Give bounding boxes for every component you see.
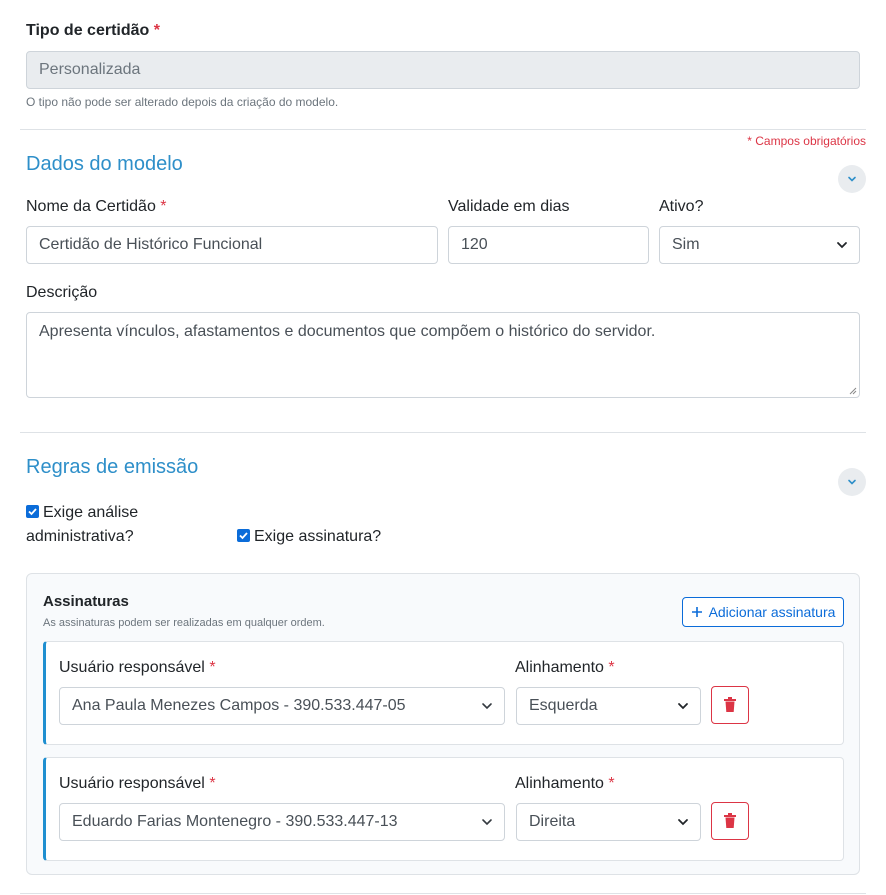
- assinaturas-subtitle: As assinaturas podem ser realizadas em q…: [43, 617, 325, 629]
- trash-icon: [724, 697, 736, 712]
- assinaturas-title: Assinaturas: [43, 593, 129, 610]
- alinhamento-select[interactable]: Esquerda: [516, 687, 701, 725]
- alinhamento-value: Esquerda: [529, 697, 598, 714]
- alinhamento-label: Alinhamento *: [515, 659, 615, 676]
- required-fields-note: * Campos obrigatórios: [747, 134, 866, 148]
- nome-label: Nome da Certidão *: [26, 198, 167, 215]
- collapse-dados-modelo-button[interactable]: [838, 165, 866, 193]
- exige-assinatura-checkbox-group: Exige assinatura?: [237, 525, 381, 549]
- resize-handle-icon[interactable]: [847, 385, 857, 395]
- chevron-down-icon: [848, 176, 856, 182]
- nome-certidao-input[interactable]: Certidão de Histórico Funcional: [26, 226, 438, 264]
- ativo-value: Sim: [672, 236, 700, 253]
- assinatura-row: Usuário responsável * Ana Paula Menezes …: [43, 641, 844, 745]
- descricao-value: Apresenta vínculos, afastamentos e docum…: [39, 323, 656, 340]
- descricao-textarea[interactable]: Apresenta vínculos, afastamentos e docum…: [26, 312, 860, 398]
- validade-input[interactable]: 120: [448, 226, 649, 264]
- usuario-label: Usuário responsável *: [59, 775, 216, 792]
- usuario-value: Eduardo Farias Montenegro - 390.533.447-…: [72, 813, 398, 830]
- exige-assinatura-checkbox[interactable]: [237, 529, 250, 542]
- validade-value: 120: [461, 236, 488, 253]
- usuario-value: Ana Paula Menezes Campos - 390.533.447-0…: [72, 697, 406, 714]
- trash-icon: [724, 813, 736, 828]
- delete-assinatura-button[interactable]: [711, 686, 749, 724]
- alinhamento-value: Direita: [529, 813, 576, 830]
- tipo-label: Tipo de certidão *: [26, 22, 160, 39]
- section-title-dados-modelo: Dados do modelo: [26, 153, 183, 175]
- chevron-down-icon: [678, 703, 688, 710]
- collapse-regras-emissao-button[interactable]: [838, 468, 866, 496]
- exige-analise-checkbox-group: Exige análise administrativa?: [26, 501, 138, 549]
- divider: [20, 432, 866, 433]
- divider: [20, 893, 866, 894]
- assinatura-row: Usuário responsável * Eduardo Farias Mon…: [43, 757, 844, 861]
- exige-analise-label: Exige análise: [43, 504, 139, 521]
- descricao-label: Descrição: [26, 284, 98, 301]
- exige-analise-label-line2: administrativa?: [26, 528, 134, 545]
- usuario-select[interactable]: Ana Paula Menezes Campos - 390.533.447-0…: [59, 687, 505, 725]
- tipo-field: Personalizada: [26, 51, 860, 89]
- usuario-select[interactable]: Eduardo Farias Montenegro - 390.533.447-…: [59, 803, 505, 841]
- add-assinatura-label: Adicionar assinatura: [708, 604, 836, 620]
- nome-certidao-value: Certidão de Histórico Funcional: [39, 236, 263, 253]
- ativo-label: Ativo?: [659, 198, 704, 215]
- add-assinatura-button[interactable]: Adicionar assinatura: [682, 597, 844, 627]
- alinhamento-select[interactable]: Direita: [516, 803, 701, 841]
- check-icon: [28, 508, 37, 516]
- validade-label: Validade em dias: [448, 198, 570, 215]
- chevron-down-icon: [482, 703, 492, 710]
- check-icon: [239, 532, 248, 540]
- exige-assinatura-label: Exige assinatura?: [254, 528, 382, 545]
- ativo-select[interactable]: Sim: [659, 226, 860, 264]
- usuario-label: Usuário responsável *: [59, 659, 216, 676]
- plus-icon: [691, 607, 702, 617]
- section-title-regras-emissao: Regras de emissão: [26, 456, 199, 478]
- tipo-value: Personalizada: [39, 61, 141, 78]
- divider: [20, 129, 866, 130]
- assinaturas-card: Assinaturas As assinaturas podem ser rea…: [26, 573, 860, 875]
- alinhamento-label: Alinhamento *: [515, 775, 615, 792]
- tipo-help-text: O tipo não pode ser alterado depois da c…: [26, 95, 339, 109]
- chevron-down-icon: [482, 819, 492, 826]
- chevron-down-icon: [848, 479, 856, 485]
- chevron-down-icon: [678, 819, 688, 826]
- exige-analise-checkbox[interactable]: [26, 505, 39, 518]
- chevron-down-icon: [837, 242, 847, 249]
- delete-assinatura-button[interactable]: [711, 802, 749, 840]
